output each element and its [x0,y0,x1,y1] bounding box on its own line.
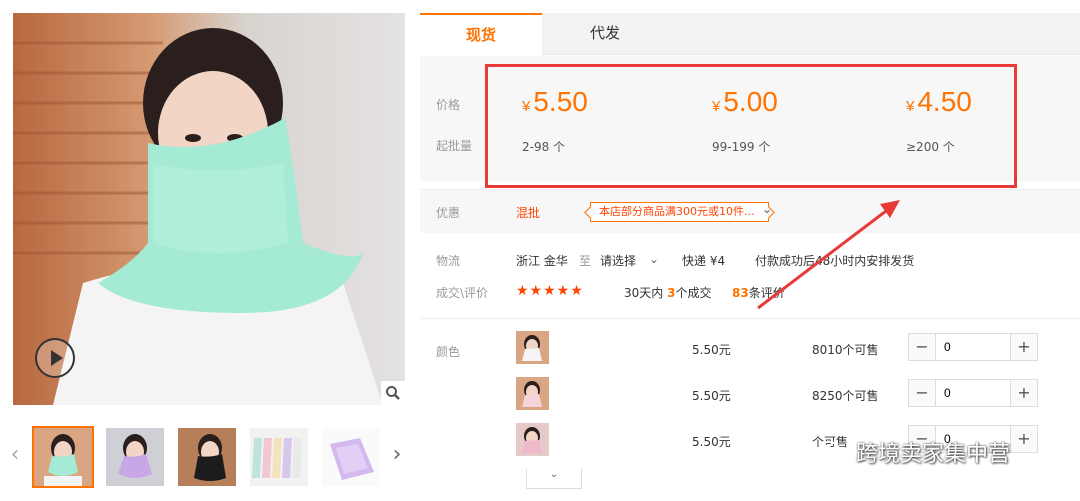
currency-symbol: ¥ [522,98,531,115]
sku-thumbnail[interactable] [516,331,549,364]
sku-price: 5.50元 [692,343,731,357]
tier-quantity: 2-98 个 [522,140,566,154]
destination-select[interactable]: 请选择 [600,252,636,269]
expand-sku-chevron-icon[interactable]: ⌄ [526,469,582,489]
quantity-input[interactable] [935,334,1011,360]
decrement-button[interactable]: − [909,380,935,406]
sku-price: 5.50元 [692,435,731,449]
price-block: 价格 起批量 ¥5.50 2-98 个 ¥5.00 99-199 个 ¥4.50… [420,56,1080,181]
currency-symbol: ¥ [712,98,721,115]
thumb-lavender-mask[interactable] [320,426,382,488]
tier-quantity: ≥200 个 [906,140,955,154]
increment-button[interactable]: + [1011,426,1037,452]
tier-price: 5.50 [533,86,588,117]
to-label: 至 [579,254,592,268]
reviews-label: 成交\评价 [436,286,489,300]
sku-stock: 8010个可售 [812,343,879,357]
zoom-icon[interactable] [381,381,405,405]
chevron-down-icon[interactable]: ⌄ [649,252,659,266]
thumbnail-strip: ‹ › [0,420,415,490]
sales-suffix: 个成交 [675,286,712,300]
tier-price: 4.50 [917,86,972,117]
increment-button[interactable]: + [1011,380,1037,406]
tab-in-stock[interactable]: 现货 [420,13,542,55]
quantity-stepper: − + [908,379,1038,407]
price-tier-3: ¥4.50 ≥200 个 [906,86,972,154]
increment-button[interactable]: + [1011,334,1037,360]
sales-prefix: 30天内 [624,286,664,300]
sku-price: 5.50元 [692,389,731,403]
rating-stars: ★★★★★ [516,283,584,299]
watermark-text: 跨境卖家集中营 [856,442,1011,467]
sku-row: 5.50元 8250个可售 − + [420,365,1080,411]
tier-quantity: 99-199 个 [712,140,771,154]
quantity-stepper: − + [908,333,1038,361]
thumb-prev-arrow[interactable]: ‹ [6,440,24,470]
price-tier-2: ¥5.00 99-199 个 [712,86,778,154]
thumb-black-mask[interactable] [176,426,238,488]
watermark: 跨境卖家集中营 [818,436,1010,468]
thumb-purple-mask[interactable] [104,426,166,488]
express-fee: 快递 ¥4 [682,254,726,268]
main-product-image[interactable] [13,13,405,405]
wechat-icon [818,441,847,463]
promo-label: 优惠 [436,206,461,220]
mixed-batch-tag: 混批 [516,206,541,220]
price-label: 价格 [436,98,461,112]
decrement-button[interactable]: − [909,334,935,360]
tab-bar: 现货 代发 [420,13,1080,55]
currency-symbol: ¥ [906,98,915,115]
annotation-arrow-icon [757,200,900,310]
thumb-mint-mask[interactable] [32,426,94,488]
tier-price: 5.00 [723,86,778,117]
origin-location: 浙江 金华 [516,254,568,268]
moq-label: 起批量 [436,139,473,153]
sku-row: 5.50元 8010个可售 − + [420,319,1080,365]
quantity-input[interactable] [935,380,1011,406]
sales-count[interactable]: 30天内 3个成交 [624,284,711,301]
sku-stock: 8250个可售 [812,389,879,403]
thumb-color-options[interactable] [248,426,310,488]
sku-thumbnail[interactable] [516,423,549,456]
tab-dropship[interactable]: 代发 [544,13,666,55]
thumb-next-arrow[interactable]: › [388,440,406,470]
sku-thumbnail[interactable] [516,377,549,410]
price-tier-1: ¥5.50 2-98 个 [522,86,588,154]
logistics-label: 物流 [436,254,461,268]
play-video-button[interactable] [35,338,75,378]
